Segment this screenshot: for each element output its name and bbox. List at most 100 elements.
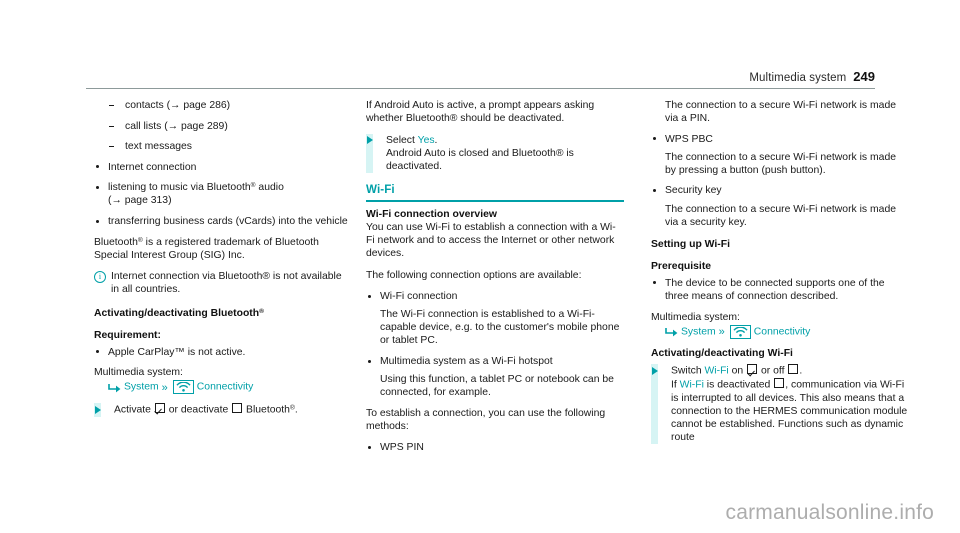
column-2: If Android Auto is active, a prompt appe… — [366, 99, 624, 462]
list-item: WPS PIN — [366, 441, 624, 454]
list-item-label-suffix: audio — [255, 182, 284, 194]
dash-marker — [109, 105, 114, 106]
navigation-path[interactable]: System» Connectivity — [94, 380, 352, 397]
android-auto-paragraph: If Android Auto is active, a prompt appe… — [366, 100, 595, 125]
multimedia-system-label: Multimedia system: — [94, 367, 183, 379]
heading-activating-bluetooth: Activating/deactivating Bluetooth® — [94, 307, 352, 320]
list-item-label: Wi-Fi connection — [380, 291, 458, 303]
list-item: The device to be connected supports one … — [651, 277, 909, 303]
list-item-second-line: (→ page 313) — [108, 195, 172, 207]
list-item-label: WPS PBC — [665, 133, 713, 145]
wifi-overview-paragraph: You can use Wi-Fi to establish a connect… — [366, 221, 616, 259]
list-item: contacts (→ page 286) — [94, 99, 352, 112]
list-item-detail: The connection to a secure Wi-Fi network… — [665, 151, 896, 176]
step-end: . — [434, 134, 438, 146]
list-item-label: Apple CarPlay™ is not active. — [108, 346, 246, 358]
list-item-detail: The connection to a secure Wi-Fi network… — [665, 203, 896, 228]
step-triangle-icon — [651, 366, 658, 375]
bullet-marker — [96, 219, 99, 223]
bullet-marker — [96, 165, 99, 169]
step-prefix: Select — [386, 134, 415, 146]
list-item-label: transferring business cards (vCards) int… — [108, 216, 348, 228]
watermark: carmanualsonline.info — [725, 501, 934, 524]
multimedia-system-label: Multimedia system: — [651, 311, 740, 323]
list-item-label: contacts (→ page 286) — [125, 100, 231, 111]
step-instruction: Select Yes. Android Auto is closed and B… — [366, 133, 624, 173]
list-item: listening to music via Bluetooth® audio … — [94, 181, 352, 207]
checkbox-unchecked[interactable] — [232, 403, 243, 413]
list-item-detail: The Wi-Fi connection is established to a… — [380, 309, 620, 347]
step-bar — [651, 364, 658, 444]
wifi-icon — [729, 324, 751, 339]
step-on-label: on — [731, 365, 744, 377]
list-item: Wi-Fi connection — [366, 290, 624, 303]
nav-path-connectivity[interactable]: Connectivity — [754, 326, 811, 337]
list-item: text messages — [94, 140, 352, 153]
header-section-title: Multimedia system — [749, 72, 847, 84]
column-3: The connection to a secure Wi-Fi network… — [651, 99, 909, 452]
info-note: i Internet connection via Bluetooth® is … — [94, 270, 352, 296]
double-chevron-icon: » — [718, 326, 725, 339]
dash-marker — [109, 125, 114, 127]
step-link-wifi-2[interactable]: Wi-Fi — [680, 380, 704, 391]
step-middle: or deactivate — [168, 404, 229, 416]
list-item-label: listening to music via Bluetooth — [108, 182, 251, 194]
bullet-marker — [96, 185, 99, 189]
checkbox-checked[interactable] — [747, 364, 758, 375]
method-detail-pin: The connection to a secure Wi-Fi network… — [665, 100, 896, 125]
step-triangle-icon — [94, 405, 101, 414]
heading-requirement: Requirement: — [94, 329, 161, 341]
list-item: call lists (→ page 289) — [94, 120, 352, 133]
bullet-marker — [653, 188, 656, 192]
bullet-marker — [368, 294, 371, 298]
step-end: . — [294, 404, 298, 416]
section-heading-rule — [366, 200, 624, 202]
step-instruction: Switch Wi-Fi on or off . If Wi-Fi is dea… — [651, 364, 909, 444]
step-link-yes[interactable]: Yes — [418, 135, 435, 146]
page-header: Multimedia system 249 — [86, 68, 875, 84]
turn-arrow-icon — [665, 327, 678, 341]
list-item-label: text messages — [125, 141, 192, 153]
list-item: Apple CarPlay™ is not active. — [94, 346, 352, 359]
step-suffix: Bluetooth — [246, 404, 290, 416]
nav-path-connectivity[interactable]: Connectivity — [197, 382, 254, 393]
turn-arrow-icon — [108, 383, 121, 397]
options-intro: The following connection options are ava… — [366, 269, 582, 281]
bullet-marker — [96, 350, 99, 354]
checkbox-checked[interactable] — [154, 403, 165, 413]
list-item-label: Multimedia system as a Wi-Fi hotspot — [380, 356, 553, 367]
step-link-wifi[interactable]: Wi-Fi — [705, 366, 729, 377]
list-item-label: call lists (→ page 289) — [125, 120, 228, 132]
list-item: Security key — [651, 184, 909, 197]
trademark-lead: Bluetooth — [94, 236, 138, 248]
info-note-text: Internet connection via Bluetooth® is no… — [111, 271, 342, 296]
list-item: Internet connection — [94, 161, 352, 174]
double-chevron-icon: » — [161, 381, 168, 394]
navigation-path[interactable]: System» Connectivity — [651, 324, 909, 342]
methods-intro: To establish a connection, you can use t… — [366, 407, 606, 432]
header-divider — [86, 88, 875, 89]
step-off-label: or off — [760, 365, 785, 377]
step-note-mid: is deactivated — [706, 379, 771, 391]
registered-mark: ® — [137, 236, 143, 244]
registered-mark: ® — [259, 307, 264, 315]
nav-path-system[interactable]: System — [681, 326, 716, 337]
nav-path-system[interactable]: System — [124, 382, 159, 393]
step-instruction: Activate or deactivate Bluetooth®. — [94, 403, 352, 417]
section-heading-wifi: Wi-Fi — [366, 182, 395, 196]
checkbox-unchecked[interactable] — [774, 378, 785, 388]
bullet-marker — [368, 445, 371, 449]
dash-marker — [109, 146, 114, 148]
list-item-label: Security key — [665, 185, 722, 197]
bullet-marker — [653, 137, 656, 141]
heading-text: Activating/deactivating Bluetooth — [94, 307, 260, 319]
checkbox-unchecked[interactable] — [788, 364, 799, 375]
heading-activating-wifi: Activating/deactivating Wi-Fi — [651, 348, 793, 360]
trademark-paragraph: Bluetooth® is a registered trademark of … — [94, 236, 352, 262]
step-triangle-icon — [366, 136, 373, 145]
bullet-marker — [653, 281, 656, 285]
list-item: Multimedia system as a Wi-Fi hotspot — [366, 355, 624, 368]
list-item-label: The device to be connected supports one … — [665, 277, 885, 303]
page-number: 249 — [853, 69, 875, 84]
step-prefix: Activate — [114, 404, 151, 416]
